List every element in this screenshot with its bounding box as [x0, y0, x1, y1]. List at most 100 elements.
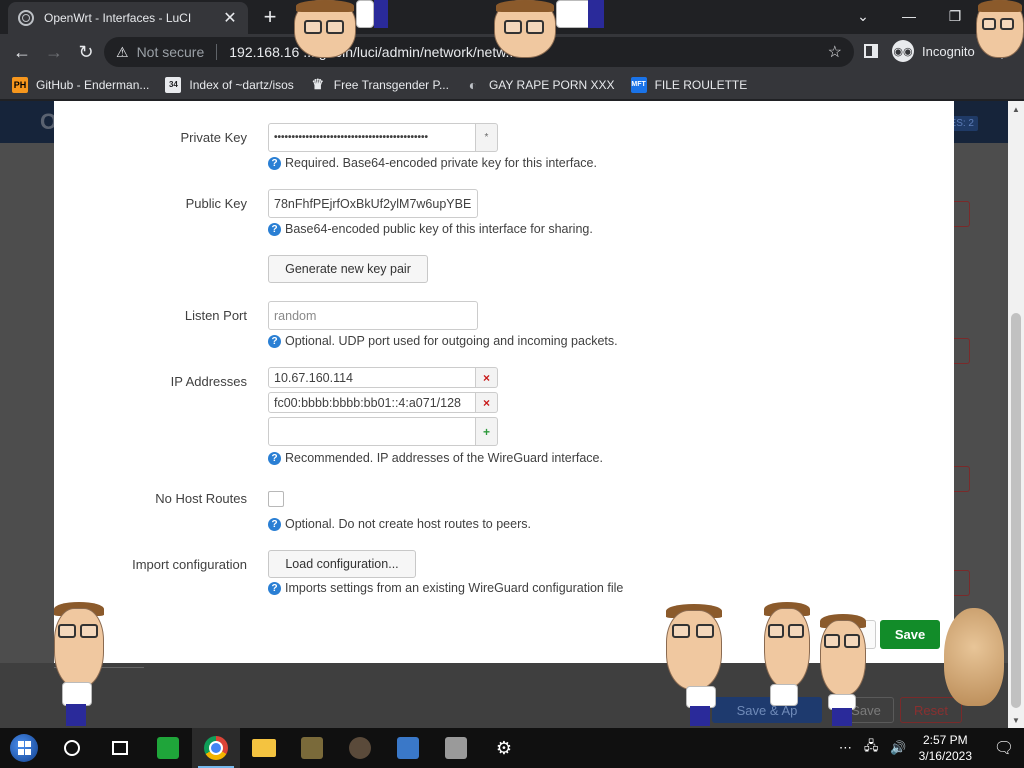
gear-icon: ⚙ — [495, 737, 513, 758]
help-icon: ? — [268, 517, 281, 531]
listen-port-help: ? Optional. UDP port used for outgoing a… — [268, 334, 618, 348]
taskbar-app-figure[interactable] — [336, 728, 384, 768]
clock-time: 2:57 PM — [922, 733, 968, 747]
figure-app-icon — [349, 737, 371, 759]
address-bar[interactable]: ⚠ Not secure 192.168.16 ... gi-bin/luci/… — [104, 37, 854, 67]
scroll-down-icon[interactable]: ▼ — [1008, 712, 1024, 728]
generate-group: Generate new key pair — [268, 255, 428, 283]
minimize-button[interactable]: — — [886, 0, 932, 32]
scroll-up-icon[interactable]: ▲ — [1008, 101, 1024, 117]
incognito-indicator[interactable]: ◉◉ Incognito — [892, 40, 975, 62]
taskbar-settings[interactable]: ⚙ — [480, 728, 528, 768]
no-host-routes-help: ? Optional. Do not create host routes to… — [268, 517, 531, 531]
scrollbar-thumb[interactable] — [1011, 313, 1021, 708]
notifications-icon[interactable]: 🗨 — [984, 738, 1024, 758]
taskbar-app-blue[interactable] — [384, 728, 432, 768]
help-icon: ? — [268, 334, 281, 348]
taskbar-app-green[interactable] — [144, 728, 192, 768]
listen-port-group: random — [268, 301, 478, 330]
back-arrow-icon[interactable]: ← — [6, 42, 38, 63]
taskbar-app-chrome[interactable] — [192, 728, 240, 768]
help-text: Required. Base64-encoded private key for… — [285, 156, 597, 170]
box-app-icon — [445, 737, 467, 759]
index-favicon-icon: 34 — [165, 76, 182, 93]
game-app-icon — [301, 737, 323, 759]
taskbar-app-box[interactable] — [432, 728, 480, 768]
bookmark-label: FILE ROULETTE — [654, 77, 748, 92]
bookmark-star-icon[interactable]: ☆ — [828, 42, 842, 62]
windows-logo-icon — [10, 734, 38, 762]
search-button[interactable] — [48, 728, 96, 768]
ip-address-row: 10.67.160.114 × — [268, 367, 498, 388]
bookmark-label: Free Transgender P... — [333, 77, 449, 92]
ip-address-add-row: + — [268, 417, 498, 446]
search-icon — [64, 740, 80, 756]
private-key-input[interactable]: ••••••••••••••••••••••••••••••••••••••••… — [268, 123, 476, 152]
cartoon-sticker — [762, 602, 872, 726]
listen-port-input[interactable]: random — [268, 301, 478, 330]
page-scrollbar[interactable]: ▲ ▼ — [1008, 101, 1024, 728]
no-host-routes-group — [268, 491, 284, 507]
taskbar-app-game[interactable] — [288, 728, 336, 768]
network-icon[interactable]: 🖧 — [864, 737, 879, 759]
bookmark-gay[interactable]: ◐ GAY RAPE PORN XXX — [465, 77, 615, 93]
overflow-icon[interactable]: ⋯ — [839, 740, 852, 756]
reload-icon[interactable]: ↻ — [70, 42, 102, 63]
blue-app-icon — [397, 737, 419, 759]
cartoon-sticker — [664, 602, 734, 726]
clock[interactable]: 2:57 PM 3/16/2023 — [919, 732, 972, 764]
help-text: Base64-encoded public key of this interf… — [285, 222, 593, 236]
forward-arrow-icon[interactable]: → — [38, 42, 70, 63]
side-panel-icon[interactable] — [864, 44, 878, 58]
help-icon: ? — [268, 581, 281, 595]
add-ip-button[interactable]: + — [476, 417, 498, 446]
taskbar-app-explorer[interactable] — [240, 728, 288, 768]
public-key-label: Public Key — [185, 196, 247, 211]
warning-icon[interactable]: ⚠ — [116, 44, 129, 61]
new-tab-button[interactable]: + — [260, 4, 280, 30]
generate-key-pair-button[interactable]: Generate new key pair — [268, 255, 428, 283]
bookmark-index-isos[interactable]: 34 Index of ~dartz/isos — [165, 76, 294, 93]
ip-addresses-help: ? Recommended. IP addresses of the WireG… — [268, 451, 603, 465]
public-key-group: 78nFhfPEjrfOxBkUf2ylM7w6upYBE — [268, 189, 478, 218]
not-secure-label[interactable]: Not secure — [137, 44, 205, 60]
remove-ip-button[interactable]: × — [476, 392, 498, 413]
volume-icon[interactable]: 🔊 — [890, 740, 906, 756]
reveal-password-button[interactable]: * — [476, 123, 498, 152]
bookmark-label: Index of ~dartz/isos — [189, 77, 294, 92]
task-view-icon — [112, 741, 128, 755]
bookmark-free-transgender[interactable]: ♛ Free Transgender P... — [310, 76, 449, 93]
globe-icon: ◐ — [468, 76, 478, 93]
chrome-icon — [204, 736, 228, 760]
remove-ip-button[interactable]: × — [476, 367, 498, 388]
cartoon-sticker — [494, 0, 614, 62]
load-configuration-button[interactable]: Load configuration... — [268, 550, 416, 578]
bookmark-file-roulette[interactable]: MFT FILE ROULETTE — [630, 76, 748, 93]
hamster-sticker — [940, 604, 1006, 708]
import-config-help: ? Imports settings from an existing Wire… — [268, 581, 623, 595]
cartoon-sticker — [970, 0, 1024, 62]
hat-icon: ♛ — [311, 76, 325, 92]
private-key-help: ? Required. Base64-encoded private key f… — [268, 156, 597, 170]
tab-search-icon[interactable]: ⌄ — [840, 0, 886, 32]
save-button[interactable]: Save — [880, 620, 940, 649]
browser-tab[interactable]: OpenWrt - Interfaces - LuCI ✕ — [8, 2, 248, 34]
system-tray: ⋯ 🖧 🔊 2:57 PM 3/16/2023 🗨 — [833, 728, 1024, 768]
ip-address-input[interactable]: fc00:bbbb:bbbb:bb01::4:a071/128 — [268, 392, 476, 413]
no-host-routes-checkbox[interactable] — [268, 491, 284, 507]
bookmark-github[interactable]: PH GitHub - Enderman... — [12, 76, 149, 93]
help-icon: ? — [268, 222, 281, 236]
private-key-group: ••••••••••••••••••••••••••••••••••••••••… — [268, 123, 498, 152]
ip-address-input[interactable]: 10.67.160.114 — [268, 367, 476, 388]
public-key-input[interactable]: 78nFhfPEjrfOxBkUf2ylM7w6upYBE — [268, 189, 478, 218]
cartoon-sticker — [284, 0, 394, 62]
listen-port-label: Listen Port — [184, 308, 247, 323]
task-view-button[interactable] — [96, 728, 144, 768]
help-text: Optional. UDP port used for outgoing and… — [285, 334, 618, 348]
cartoon-sticker — [52, 602, 108, 726]
close-tab-icon[interactable]: ✕ — [222, 8, 238, 28]
new-ip-address-input[interactable] — [268, 417, 476, 446]
no-host-routes-label: No Host Routes — [155, 491, 247, 506]
start-button[interactable] — [0, 728, 48, 768]
omnibox-separator — [216, 44, 218, 60]
